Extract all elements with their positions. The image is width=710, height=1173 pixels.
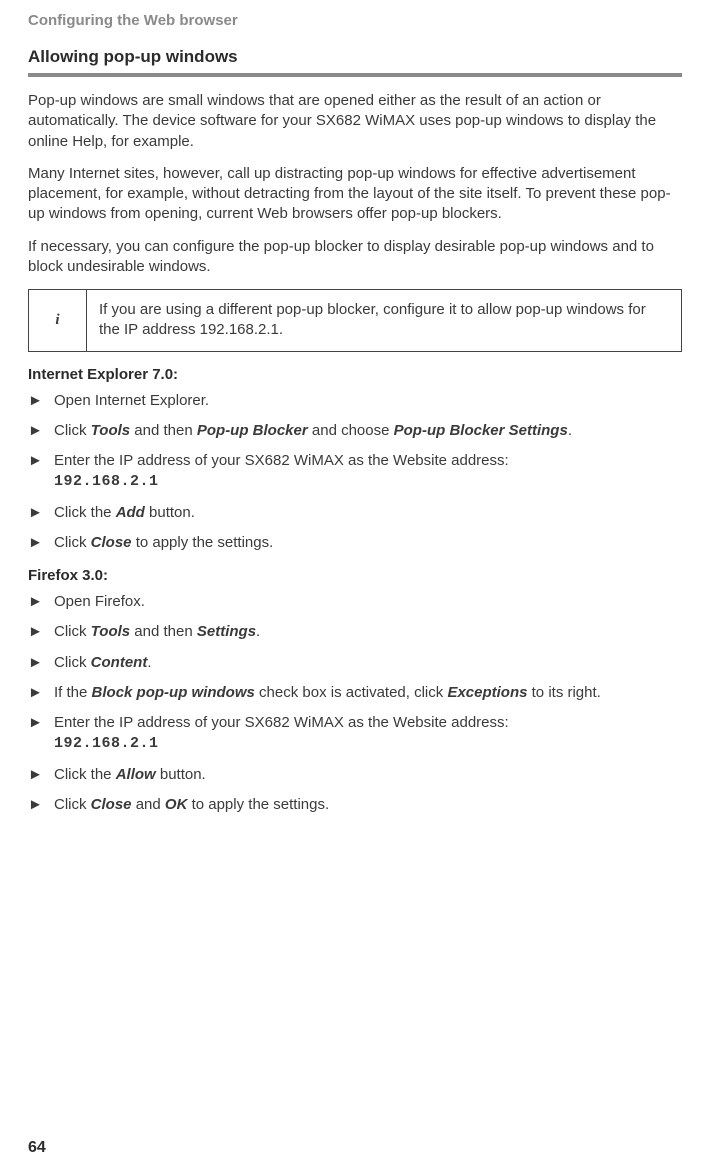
bullet-icon: ► [28, 795, 43, 815]
step-text: Open Firefox. [54, 593, 145, 610]
step-text: . [568, 422, 572, 439]
step-text: button. [156, 766, 206, 783]
step-text: Click [54, 534, 91, 551]
step-text: Click [54, 422, 91, 439]
step-text: Enter the IP address of your SX682 WiMAX… [54, 452, 509, 469]
intro-paragraph-1: Pop-up windows are small windows that ar… [28, 91, 682, 152]
step-text: . [256, 623, 260, 640]
bullet-icon: ► [28, 622, 43, 642]
step-text: If the [54, 684, 92, 701]
step-text: Click the [54, 504, 116, 521]
list-item: ► If the Block pop-up windows check box … [28, 683, 682, 703]
page-number: 64 [28, 1139, 46, 1157]
ui-label: Block pop-up windows [92, 684, 255, 701]
step-text: Click [54, 623, 91, 640]
list-item: ► Click Close to apply the settings. [28, 533, 682, 553]
ip-address: 192.168.2.1 [54, 473, 159, 490]
list-item: ► Click the Allow button. [28, 765, 682, 785]
ip-address: 192.168.2.1 [54, 735, 159, 752]
ui-label: Tools [91, 623, 130, 640]
list-item: ► Click the Add button. [28, 503, 682, 523]
intro-paragraph-2: Many Internet sites, however, call up di… [28, 164, 682, 225]
list-item: ► Click Tools and then Settings. [28, 622, 682, 642]
ui-label: Pop-up Blocker [197, 422, 308, 439]
bullet-icon: ► [28, 533, 43, 553]
step-text: Click the [54, 766, 116, 783]
info-box: i If you are using a different pop-up bl… [28, 289, 682, 352]
bullet-icon: ► [28, 451, 43, 471]
step-text: Open Internet Explorer. [54, 392, 209, 409]
section-rule [28, 73, 682, 77]
ui-label: Add [116, 504, 145, 521]
step-text: . [147, 654, 151, 671]
list-item: ► Click Tools and then Pop-up Blocker an… [28, 421, 682, 441]
step-text: Click [54, 654, 91, 671]
ie-heading: Internet Explorer 7.0: [28, 366, 682, 383]
list-item: ► Open Firefox. [28, 592, 682, 612]
section-title: Allowing pop-up windows [28, 47, 682, 67]
step-text: and [132, 796, 165, 813]
list-item: ► Click Close and OK to apply the settin… [28, 795, 682, 815]
step-text: to apply the settings. [132, 534, 274, 551]
step-text: button. [145, 504, 195, 521]
ui-label: Exceptions [447, 684, 527, 701]
bullet-icon: ► [28, 503, 43, 523]
ui-label: Tools [91, 422, 130, 439]
list-item: ► Enter the IP address of your SX682 WiM… [28, 713, 682, 755]
bullet-icon: ► [28, 391, 43, 411]
ui-label: OK [165, 796, 188, 813]
bullet-icon: ► [28, 713, 43, 733]
step-text: check box is activated, click [255, 684, 448, 701]
intro-paragraph-3: If necessary, you can configure the pop-… [28, 237, 682, 278]
bullet-icon: ► [28, 683, 43, 703]
ui-label: Content [91, 654, 148, 671]
bullet-icon: ► [28, 765, 43, 785]
step-text: and choose [308, 422, 394, 439]
step-text: to its right. [527, 684, 600, 701]
ui-label: Pop-up Blocker Settings [394, 422, 568, 439]
list-item: ► Open Internet Explorer. [28, 391, 682, 411]
bullet-icon: ► [28, 421, 43, 441]
info-text: If you are using a different pop-up bloc… [87, 290, 682, 352]
step-text: and then [130, 623, 197, 640]
ui-label: Close [91, 796, 132, 813]
firefox-heading: Firefox 3.0: [28, 567, 682, 584]
step-text: and then [130, 422, 197, 439]
ui-label: Close [91, 534, 132, 551]
info-icon: i [29, 290, 87, 352]
running-header: Configuring the Web browser [28, 12, 682, 29]
list-item: ► Click Content. [28, 653, 682, 673]
step-text: to apply the settings. [187, 796, 329, 813]
step-text: Click [54, 796, 91, 813]
bullet-icon: ► [28, 653, 43, 673]
ui-label: Settings [197, 623, 256, 640]
list-item: ► Enter the IP address of your SX682 WiM… [28, 451, 682, 493]
ie-steps-list: ► Open Internet Explorer. ► Click Tools … [28, 391, 682, 554]
step-text: Enter the IP address of your SX682 WiMAX… [54, 714, 509, 731]
bullet-icon: ► [28, 592, 43, 612]
firefox-steps-list: ► Open Firefox. ► Click Tools and then S… [28, 592, 682, 815]
ui-label: Allow [116, 766, 156, 783]
